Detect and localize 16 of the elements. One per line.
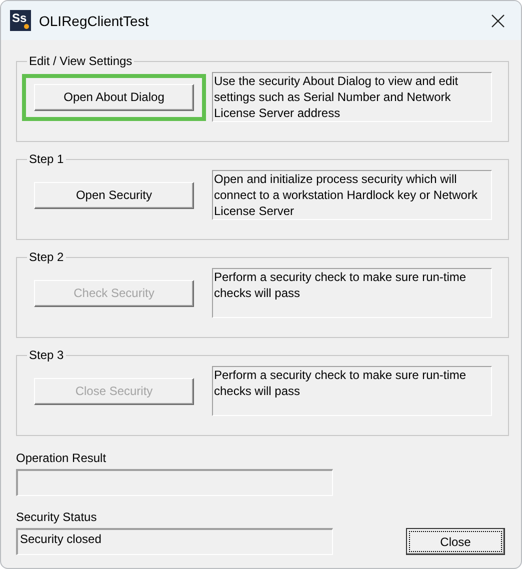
description-text: Perform a security check to make sure run-time checks will pass (212, 366, 492, 416)
description-text: Perform a security check to make sure run-time checks will pass (212, 268, 492, 318)
field-label: Security Status (16, 510, 97, 524)
description-text: Use the security About Dialog to view and edit settings such as Serial Number and Network License Server address (212, 72, 492, 122)
window-title: OLIRegClientTest (39, 12, 150, 28)
group-label: Step 1 (28, 152, 65, 166)
group-label: Step 3 (28, 348, 65, 362)
group-label: Step 2 (28, 250, 65, 264)
app-logo: Ss (10, 10, 31, 31)
status-field: Security closed (16, 528, 333, 555)
group-label: Edit / View Settings (28, 54, 134, 68)
action-button[interactable]: Open About Dialog (34, 84, 194, 110)
close-button[interactable]: Close (406, 528, 505, 555)
field-label: Operation Result (16, 451, 106, 465)
action-button[interactable]: Open Security (34, 182, 194, 208)
description-text: Open and initialize process security which will connect to a workstation Hardlock key or Network License Server (212, 170, 492, 220)
